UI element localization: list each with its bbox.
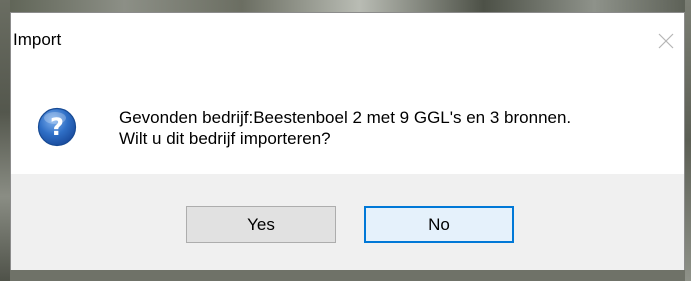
message-text: Gevonden bedrijf:Beestenboel 2 met 9 GGL…: [119, 107, 571, 149]
close-icon: [658, 33, 674, 49]
desktop-background-right: [685, 0, 691, 281]
window-title: Import: [13, 30, 62, 49]
yes-button[interactable]: Yes: [186, 206, 336, 243]
message-line-2: Wilt u dit bedrijf importeren?: [119, 129, 331, 148]
button-bar: Yes No: [11, 174, 684, 270]
desktop-background-left: [0, 0, 10, 281]
yes-button-label: Yes: [247, 214, 275, 234]
close-button[interactable]: [648, 23, 684, 59]
import-dialog: Import ? Gevonden bedrijf:Beestenboel 2 …: [10, 12, 685, 270]
desktop-background-top: [0, 0, 691, 12]
title-bar[interactable]: Import: [11, 13, 684, 63]
svg-text:?: ?: [50, 113, 64, 141]
no-button-label: No: [428, 214, 450, 234]
message-area: ? Gevonden bedrijf:Beestenboel 2 met 9 G…: [11, 63, 684, 174]
message-line-1: Gevonden bedrijf:Beestenboel 2 met 9 GGL…: [119, 108, 572, 127]
no-button[interactable]: No: [364, 206, 514, 243]
question-icon: ?: [37, 107, 77, 147]
